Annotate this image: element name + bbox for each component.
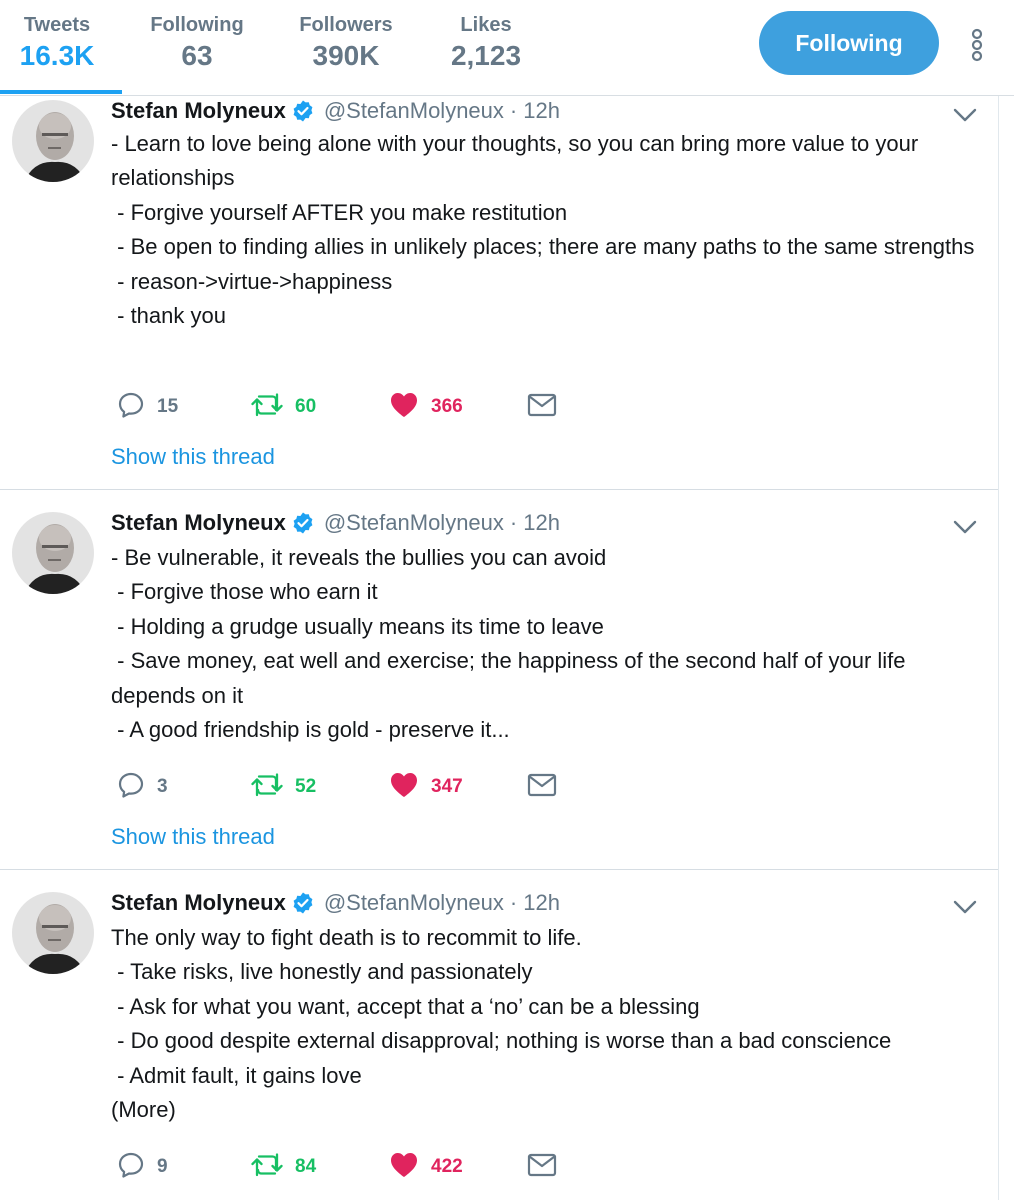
separator-dot: · bbox=[509, 510, 518, 535]
following-button[interactable]: Following bbox=[759, 11, 939, 75]
tweet-1[interactable]: Stefan Molyneux @StefanMolyneux · 12h - … bbox=[0, 96, 998, 490]
profile-nav: Tweets 16.3K Following 63 Followers 390K… bbox=[0, 0, 1014, 96]
tweet-text: The only way to fight death is to recomm… bbox=[111, 925, 892, 1123]
heart-icon bbox=[389, 771, 419, 804]
tweet-text: - Learn to love being alone with your th… bbox=[111, 131, 975, 329]
reply-button[interactable]: 9 bbox=[117, 1151, 168, 1183]
direct-message-button[interactable] bbox=[527, 391, 557, 423]
timestamp[interactable]: 12h bbox=[523, 98, 560, 124]
following-stat[interactable]: Following 63 bbox=[142, 12, 252, 73]
retweet-icon bbox=[251, 391, 283, 424]
retweet-button[interactable]: 84 bbox=[251, 1151, 316, 1183]
like-count: 366 bbox=[431, 396, 463, 417]
followers-stat[interactable]: Followers 390K bbox=[292, 12, 400, 73]
avatar[interactable] bbox=[12, 512, 94, 594]
tweet-text: - Be vulnerable, it reveals the bullies … bbox=[111, 545, 906, 743]
verified-badge-icon bbox=[291, 511, 315, 535]
author-name[interactable]: Stefan Molyneux bbox=[111, 510, 286, 536]
retweet-icon bbox=[251, 1151, 283, 1184]
like-count: 347 bbox=[431, 776, 463, 797]
envelope-icon bbox=[527, 772, 557, 803]
show-thread-link[interactable]: Show this thread bbox=[111, 444, 275, 470]
reply-icon bbox=[117, 391, 145, 424]
show-thread-link[interactable]: Show this thread bbox=[111, 824, 275, 850]
heart-icon bbox=[389, 1151, 419, 1184]
direct-message-button[interactable] bbox=[527, 771, 557, 803]
retweet-button[interactable]: 52 bbox=[251, 771, 316, 803]
timestamp[interactable]: 12h bbox=[523, 510, 560, 536]
chevron-down-icon[interactable] bbox=[952, 898, 978, 916]
separator-dot: · bbox=[509, 890, 518, 915]
author-name[interactable]: Stefan Molyneux bbox=[111, 890, 286, 916]
following-stat-value: 63 bbox=[181, 40, 213, 71]
reply-icon bbox=[117, 771, 145, 804]
tweet-header: Stefan Molyneux @StefanMolyneux · 12h bbox=[111, 888, 560, 918]
following-stat-label: Following bbox=[150, 14, 244, 36]
retweet-count: 60 bbox=[295, 396, 317, 417]
reply-button[interactable]: 3 bbox=[117, 771, 168, 803]
envelope-icon bbox=[527, 1152, 557, 1183]
verified-badge-icon bbox=[291, 99, 315, 123]
likes-stat-label: Likes bbox=[460, 14, 512, 36]
like-button[interactable]: 347 bbox=[389, 771, 463, 803]
reply-count: 9 bbox=[157, 1156, 168, 1177]
tweet-header: Stefan Molyneux @StefanMolyneux · 12h bbox=[111, 508, 560, 538]
tweet-header: Stefan Molyneux @StefanMolyneux · 12h bbox=[111, 96, 560, 126]
tweets-stat-label: Tweets bbox=[23, 14, 91, 36]
active-tab-underline bbox=[0, 90, 122, 94]
retweet-icon bbox=[251, 771, 283, 804]
tweets-stat-value: 16.3K bbox=[19, 40, 95, 71]
retweet-count: 52 bbox=[295, 776, 317, 797]
reply-count: 15 bbox=[157, 396, 179, 417]
author-handle[interactable]: @StefanMolyneux bbox=[324, 510, 504, 536]
reply-count: 3 bbox=[157, 776, 168, 797]
reply-button[interactable]: 15 bbox=[117, 391, 178, 423]
avatar[interactable] bbox=[12, 892, 94, 974]
chevron-down-icon[interactable] bbox=[952, 106, 978, 124]
direct-message-button[interactable] bbox=[527, 1151, 557, 1183]
avatar[interactable] bbox=[12, 100, 94, 182]
tweet-3[interactable]: Stefan Molyneux @StefanMolyneux · 12h Th… bbox=[0, 870, 998, 1200]
timestamp[interactable]: 12h bbox=[523, 890, 560, 916]
likes-stat[interactable]: Likes 2,123 bbox=[440, 12, 532, 73]
retweet-button[interactable]: 60 bbox=[251, 391, 316, 423]
vertical-dots-icon[interactable] bbox=[966, 28, 988, 62]
retweet-count: 84 bbox=[295, 1156, 317, 1177]
envelope-icon bbox=[527, 392, 557, 423]
followers-stat-value: 390K bbox=[312, 40, 380, 71]
like-count: 422 bbox=[431, 1156, 463, 1177]
author-name[interactable]: Stefan Molyneux bbox=[111, 98, 286, 124]
author-handle[interactable]: @StefanMolyneux bbox=[324, 890, 504, 916]
like-button[interactable]: 422 bbox=[389, 1151, 463, 1183]
likes-stat-value: 2,123 bbox=[450, 40, 522, 71]
tweet-2[interactable]: Stefan Molyneux @StefanMolyneux · 12h - … bbox=[0, 490, 998, 870]
reply-icon bbox=[117, 1151, 145, 1184]
heart-icon bbox=[389, 391, 419, 424]
separator-dot: · bbox=[509, 98, 518, 123]
tweets-stat[interactable]: Tweets 16.3K bbox=[8, 12, 106, 73]
followers-stat-label: Followers bbox=[299, 14, 393, 36]
like-button[interactable]: 366 bbox=[389, 391, 463, 423]
chevron-down-icon[interactable] bbox=[952, 518, 978, 536]
verified-badge-icon bbox=[291, 891, 315, 915]
author-handle[interactable]: @StefanMolyneux bbox=[324, 98, 504, 124]
timeline-right-border bbox=[998, 96, 999, 1200]
